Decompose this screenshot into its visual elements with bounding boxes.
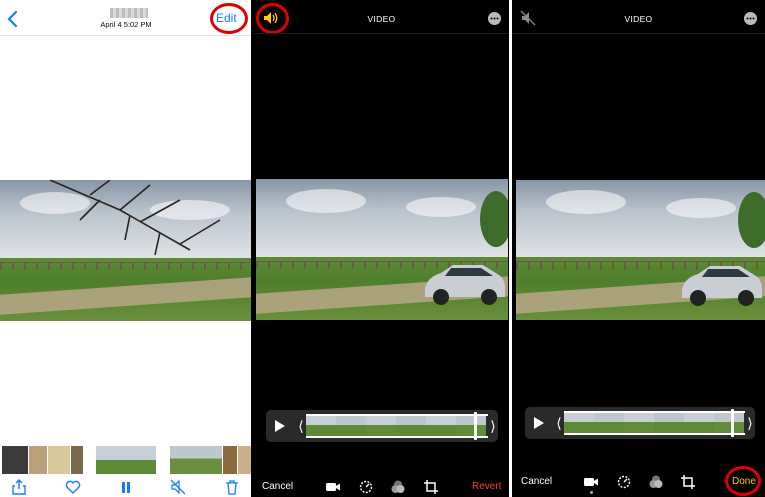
trim-handle-left[interactable]: ⟨ [554, 411, 564, 435]
timeline-scrubber[interactable]: ⟨ ⟩ [525, 407, 755, 439]
filters-icon[interactable] [648, 474, 664, 490]
playhead[interactable] [731, 409, 734, 437]
video-camera-icon[interactable] [583, 474, 599, 490]
thumbnail[interactable] [48, 446, 70, 474]
play-icon[interactable] [525, 407, 553, 439]
revert-button[interactable]: Revert [472, 481, 501, 492]
car-image [682, 266, 762, 306]
editor-title: VIDEO [367, 14, 396, 24]
trim-handle-right[interactable]: ⟩ [745, 411, 755, 435]
thumbnail-strip[interactable] [0, 446, 252, 474]
thumbnail-current[interactable] [96, 446, 156, 474]
thumbnail[interactable] [29, 446, 47, 474]
tree-branches-image [49, 180, 221, 256]
thumbnail[interactable] [2, 446, 28, 474]
chevron-left-icon[interactable] [6, 10, 20, 28]
highlight-ring [725, 466, 761, 496]
adjust-dial-icon[interactable] [358, 479, 374, 495]
trim-handle-left[interactable]: ⟨ [296, 414, 306, 438]
photo-date: April 4 5:02 PM [100, 20, 152, 29]
cancel-button[interactable]: Cancel [262, 481, 293, 492]
thumbnail[interactable] [238, 446, 252, 474]
video-frame[interactable] [516, 180, 765, 320]
speaker-muted-icon[interactable] [170, 479, 186, 495]
divider [254, 33, 509, 34]
photo-viewer-panel: April 4 5:02 PM Edit [0, 0, 252, 497]
more-icon[interactable] [488, 12, 501, 25]
video-frame[interactable] [0, 180, 252, 321]
crop-icon[interactable] [680, 474, 696, 490]
video-frame[interactable] [256, 179, 508, 320]
video-editor-panel: VIDEO ⟨ ⟩ [512, 0, 765, 497]
viewer-header: April 4 5:02 PM Edit [0, 0, 252, 36]
thumbnail[interactable] [71, 446, 83, 474]
viewer-toolbar [0, 476, 252, 497]
crop-icon[interactable] [423, 479, 439, 495]
cancel-button[interactable]: Cancel [521, 476, 552, 487]
editor-title: VIDEO [624, 14, 653, 24]
trim-handle-right[interactable]: ⟩ [488, 414, 498, 438]
video-editor-panel: VIDEO ⟨ ⟩ [254, 0, 509, 497]
tree-image [738, 192, 765, 248]
car-image [425, 265, 505, 305]
filters-icon[interactable] [390, 479, 406, 495]
active-tab-indicator [590, 491, 593, 494]
highlight-ring [210, 3, 248, 34]
redacted-location [110, 8, 148, 18]
play-icon[interactable] [266, 410, 294, 442]
filmstrip[interactable] [306, 414, 488, 438]
pause-icon[interactable] [118, 479, 134, 495]
thumbnail[interactable] [223, 446, 237, 474]
playhead[interactable] [474, 412, 477, 440]
divider [512, 33, 765, 34]
filmstrip[interactable] [564, 411, 745, 435]
trash-icon[interactable] [224, 479, 240, 495]
thumbnail[interactable] [170, 446, 222, 474]
video-camera-icon[interactable] [325, 479, 341, 495]
share-icon[interactable] [11, 479, 27, 495]
timeline-scrubber[interactable]: ⟨ ⟩ [266, 410, 498, 442]
more-icon[interactable] [744, 12, 757, 25]
heart-icon[interactable] [65, 479, 81, 495]
tree-image [480, 191, 508, 247]
adjust-dial-icon[interactable] [616, 474, 632, 490]
